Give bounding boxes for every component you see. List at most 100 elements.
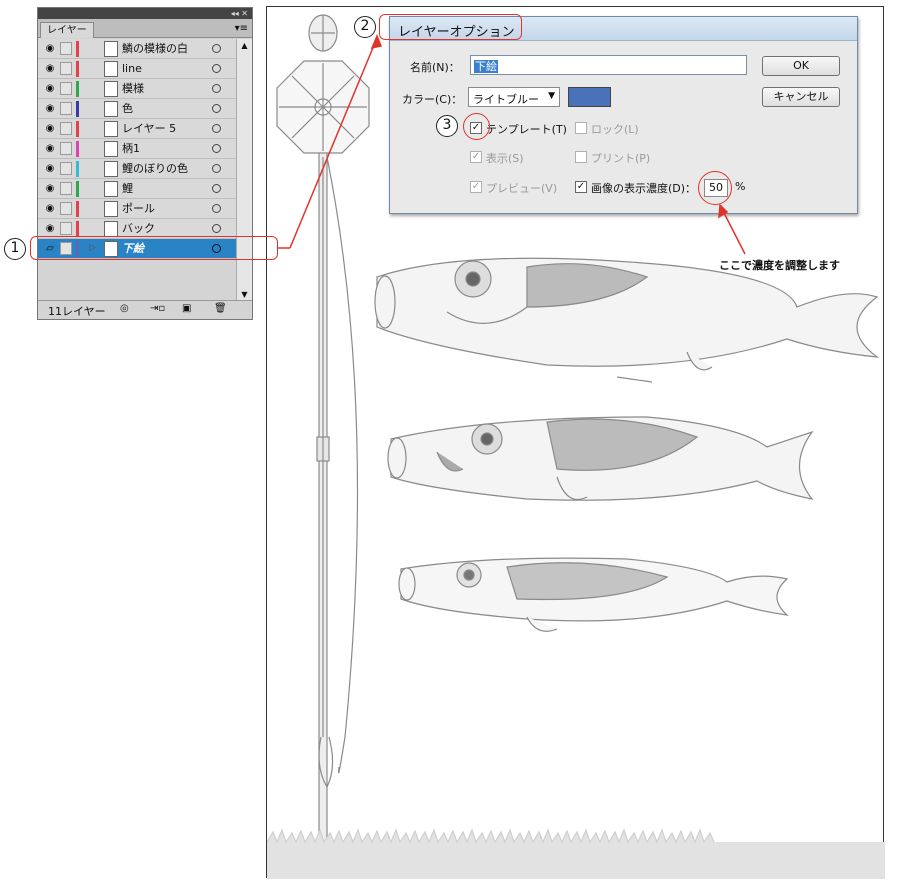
highlight-dialog-title [379,14,522,40]
layer-row[interactable]: ◉ 鯉 [38,179,236,199]
layer-row[interactable]: ◉ 模様 [38,79,236,99]
rope [322,156,359,774]
panel-collapse-close-controls[interactable]: ◂◂ ✕ [231,9,248,18]
color-swatch[interactable] [568,87,611,107]
layer-name[interactable]: 柄1 [122,142,140,156]
panel-footer: 11レイヤー ◎ ⇥▫ ▣ 🗑 [38,300,252,319]
color-select[interactable]: ライトブルー ▼ [468,87,560,107]
layer-row[interactable]: ◉ 色 [38,99,236,119]
target-circle-icon[interactable] [212,164,221,173]
lock-toggle[interactable] [60,102,72,115]
make-clipping-mask-icon[interactable]: ◎ [120,303,129,314]
callout-2: 2 [354,16,376,38]
eye-icon[interactable]: ◉ [43,62,57,75]
eye-icon[interactable]: ◉ [43,82,57,95]
lock-toggle[interactable] [60,82,72,95]
preview-checkbox[interactable]: ✓ [470,181,482,193]
panel-tabbar: レイヤー ▾≡ [38,19,252,38]
eye-icon[interactable]: ◉ [43,202,57,215]
layer-thumbnail [104,61,118,77]
lock-toggle[interactable] [60,42,72,55]
lock-checkbox[interactable] [575,122,587,134]
layer-thumbnail [104,161,118,177]
show-checkbox[interactable]: ✓ [470,151,482,163]
lock-toggle[interactable] [60,122,72,135]
tab-layers[interactable]: レイヤー [40,22,94,38]
layer-color-indicator [76,61,79,77]
eye-icon[interactable]: ◉ [43,42,57,55]
highlight-layer-row [30,236,278,260]
lock-toggle[interactable] [60,222,72,235]
layer-thumbnail [104,101,118,117]
target-circle-icon[interactable] [212,84,221,93]
annotation-text: ここで濃度を調整します [719,259,840,272]
lock-toggle[interactable] [60,202,72,215]
dim-images-label: 画像の表示濃度(D)： [591,182,697,195]
layer-name[interactable]: 色 [122,102,133,116]
layer-name[interactable]: 鱗の模様の白 [122,42,188,56]
carp-medium [387,416,814,501]
cancel-button[interactable]: キャンセル [762,87,840,107]
layer-name[interactable]: ポール [122,202,155,216]
layer-list: ◉ 鱗の模様の白 ◉ line ◉ 模様 ◉ 色 ◉ レイヤー 5 ◉ 柄1 ◉ 鯉のぼりの色 ◉ 鯉 ◉ ポール… [38,39,236,259]
eye-icon[interactable]: ◉ [43,122,57,135]
layer-color-indicator [76,161,79,177]
ok-button[interactable]: OK [762,56,840,76]
delete-layer-icon[interactable]: 🗑 [214,303,227,314]
layer-name[interactable]: 鯉 [122,182,133,196]
print-checkbox[interactable] [575,151,587,163]
eye-icon[interactable]: ◉ [43,102,57,115]
layer-row[interactable]: ◉ 柄1 [38,139,236,159]
layer-name[interactable]: バック [122,222,155,236]
target-circle-icon[interactable] [212,124,221,133]
target-circle-icon[interactable] [212,224,221,233]
target-circle-icon[interactable] [212,64,221,73]
scroll-up-icon[interactable]: ▲ [237,41,252,50]
layer-name[interactable]: レイヤー 5 [122,122,176,136]
callout-1: 1 [4,238,26,260]
target-circle-icon[interactable] [212,144,221,153]
target-circle-icon[interactable] [212,44,221,53]
layer-row[interactable]: ◉ 鯉のぼりの色 [38,159,236,179]
target-circle-icon[interactable] [212,104,221,113]
eye-icon[interactable]: ◉ [43,222,57,235]
eye-icon[interactable]: ◉ [43,142,57,155]
dim-images-checkbox[interactable]: ✓ [575,181,587,193]
layer-color-indicator [76,141,79,157]
layer-row[interactable]: ◉ レイヤー 5 [38,119,236,139]
layers-panel: ◂◂ ✕ レイヤー ▾≡ ◉ 鱗の模様の白 ◉ line ◉ 模様 ◉ 色 ◉ レイヤー 5 ◉ 柄1… [37,7,253,320]
highlight-opacity-field [698,171,732,205]
new-sublayer-icon[interactable]: ⇥▫ [150,303,165,314]
scroll-down-icon[interactable]: ▼ [237,290,252,299]
layer-row[interactable]: ◉ line [38,59,236,79]
template-label: テンプレート(T) [486,123,567,136]
lock-toggle[interactable] [60,162,72,175]
name-value: 下絵 [474,60,498,73]
layer-thumbnail [104,121,118,137]
scrollbar[interactable]: ▲ ▼ [236,39,252,301]
eye-icon[interactable]: ◉ [43,162,57,175]
lock-toggle[interactable] [60,142,72,155]
layer-row[interactable]: ◉ 鱗の模様の白 [38,39,236,59]
lock-toggle[interactable] [60,62,72,75]
layer-name[interactable]: 鯉のぼりの色 [122,162,188,176]
target-circle-icon[interactable] [212,184,221,193]
layer-row[interactable]: ◉ ポール [38,199,236,219]
target-circle-icon[interactable] [212,204,221,213]
layer-name[interactable]: 模様 [122,82,144,96]
eye-icon[interactable]: ◉ [43,182,57,195]
lock-label: ロック(L) [591,123,639,136]
lock-toggle[interactable] [60,182,72,195]
chevron-down-icon: ▼ [548,91,555,101]
color-select-value: ライトブルー [473,93,539,106]
carp-large [374,257,880,383]
layer-color-indicator [76,41,79,57]
new-layer-icon[interactable]: ▣ [182,303,191,314]
name-label: 名前(N)： [410,61,460,74]
name-field[interactable]: 下絵 [470,55,747,75]
layer-name[interactable]: line [122,62,142,76]
panel-menu-icon[interactable]: ▾≡ [235,22,248,35]
layer-thumbnail [104,141,118,157]
panel-topbar[interactable]: ◂◂ ✕ [38,8,252,19]
callout-3: 3 [436,115,458,137]
